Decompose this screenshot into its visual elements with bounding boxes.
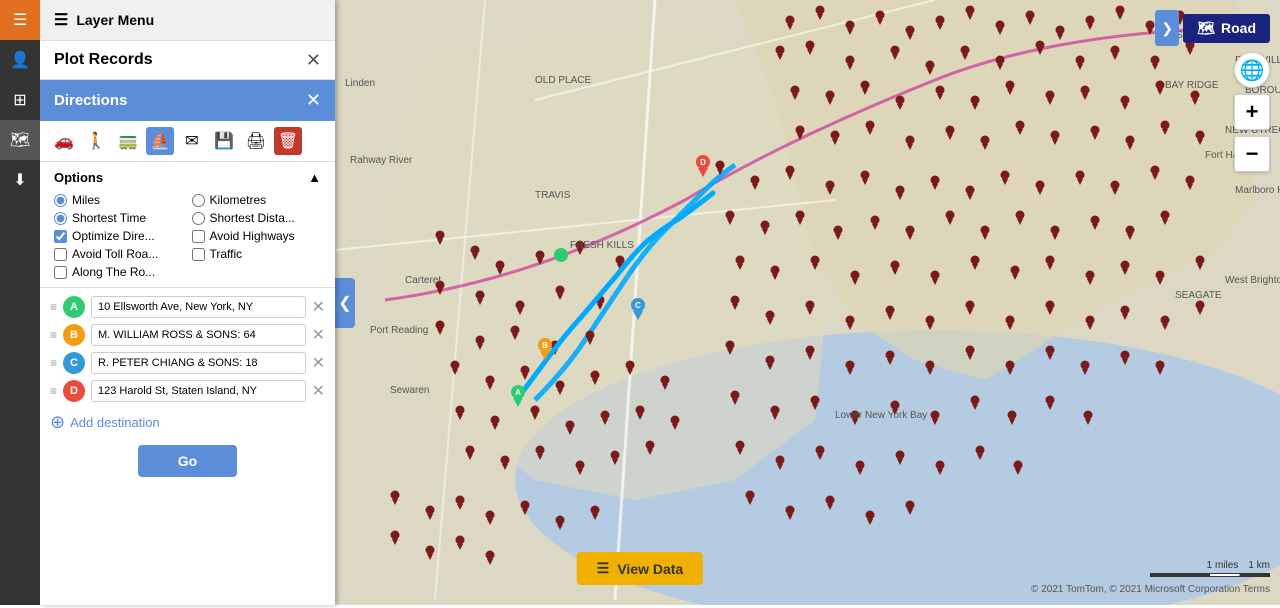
shortest-distance-option[interactable]: Shortest Dista...: [192, 211, 322, 225]
waypoint-remove-c[interactable]: ✕: [312, 353, 325, 373]
transport-save-button[interactable]: 💾: [210, 127, 238, 155]
go-button[interactable]: Go: [138, 445, 237, 477]
shortest-distance-label: Shortest Dista...: [210, 211, 295, 225]
transport-trash-button[interactable]: 🗑: [274, 127, 302, 155]
options-title: Options: [54, 170, 103, 185]
plot-records-title: Plot Records: [54, 51, 153, 69]
sidebar-icon-map[interactable]: 🗺: [0, 120, 40, 160]
avoid-highways-checkbox[interactable]: [192, 230, 205, 243]
layer-menu-title: Layer Menu: [76, 12, 154, 28]
layer-menu-icon: ☰: [54, 10, 68, 30]
avoid-highways-label: Avoid Highways: [210, 229, 295, 243]
transport-print-button[interactable]: 🖨: [242, 127, 270, 155]
waypoint-row-d: ≡ D ✕: [50, 380, 325, 402]
plot-records-close-button[interactable]: ✕: [306, 51, 321, 69]
shortest-distance-radio[interactable]: [192, 212, 205, 225]
transport-transit-button[interactable]: 🚃: [114, 127, 142, 155]
waypoint-remove-b[interactable]: ✕: [312, 325, 325, 345]
transport-email-button[interactable]: ✉: [178, 127, 206, 155]
shortest-time-option[interactable]: Shortest Time: [54, 211, 184, 225]
sidebar-icon-download[interactable]: ⬇: [0, 160, 40, 200]
transport-ferry-button[interactable]: ⛵: [146, 127, 174, 155]
avoid-highways-option[interactable]: Avoid Highways: [192, 229, 322, 243]
waypoint-badge-d: D: [63, 380, 85, 402]
transport-walk-button[interactable]: 🚶: [82, 127, 110, 155]
sidebar: ☰ 👤 ⊞ 🗺 ⬇: [0, 0, 40, 605]
along-the-road-checkbox[interactable]: [54, 266, 67, 279]
waypoint-badge-a: A: [63, 296, 85, 318]
traffic-option[interactable]: Traffic: [192, 247, 322, 261]
miles-label: Miles: [72, 193, 100, 207]
view-data-icon: ☰: [597, 560, 610, 577]
waypoint-handle-c: ≡: [50, 356, 57, 370]
avoid-toll-roads-checkbox[interactable]: [54, 248, 67, 261]
waypoints-section: ≡ A ✕ ≡ B ✕ ≡ C ✕ ≡ D ✕ ⊕ Add destinatio…: [40, 288, 335, 493]
waypoint-row-b: ≡ B ✕: [50, 324, 325, 346]
avoid-toll-roads-option[interactable]: Avoid Toll Roa...: [54, 247, 184, 261]
zoom-in-button[interactable]: +: [1234, 94, 1270, 130]
waypoint-badge-b: B: [63, 324, 85, 346]
road-label: Road: [1221, 20, 1256, 36]
waypoint-input-d[interactable]: [91, 380, 306, 402]
waypoint-handle-a: ≡: [50, 300, 57, 314]
sidebar-icon-person[interactable]: 👤: [0, 40, 40, 80]
shortest-time-label: Shortest Time: [72, 211, 146, 225]
waypoint-handle-b: ≡: [50, 328, 57, 342]
kilometres-option[interactable]: Kilometres: [192, 193, 322, 207]
view-data-label: View Data: [617, 561, 683, 577]
transport-icons-row: 🚗 🚶 🚃 ⛵ ✉ 💾 🖨 🗑: [40, 121, 335, 162]
shortest-time-radio[interactable]: [54, 212, 67, 225]
waypoint-row-c: ≡ C ✕: [50, 352, 325, 374]
options-section: Options ▲ Miles Kilometres Shortest Time…: [40, 162, 335, 288]
view-data-button[interactable]: ☰ View Data: [577, 552, 703, 585]
options-grid: Miles Kilometres Shortest Time Shortest …: [54, 193, 321, 279]
add-destination-icon: ⊕: [50, 412, 65, 433]
panel-expand-button[interactable]: ❮: [335, 278, 355, 328]
miles-radio[interactable]: [54, 194, 67, 207]
panel: ☰ Layer Menu Plot Records ✕ Directions ✕…: [40, 0, 335, 605]
waypoint-input-a[interactable]: [91, 296, 306, 318]
waypoint-handle-d: ≡: [50, 384, 57, 398]
options-collapse-icon: ▲: [308, 170, 321, 185]
kilometres-radio[interactable]: [192, 194, 205, 207]
sidebar-icon-grid[interactable]: ⊞: [0, 80, 40, 120]
waypoint-remove-a[interactable]: ✕: [312, 297, 325, 317]
map-background: [335, 0, 1280, 605]
kilometres-label: Kilometres: [210, 193, 267, 207]
along-the-road-option[interactable]: Along The Ro...: [54, 265, 184, 279]
scale-km: 1 km: [1248, 560, 1270, 571]
waypoint-input-b[interactable]: [91, 324, 306, 346]
layer-menu-header: ☰ Layer Menu: [40, 0, 335, 41]
miles-option[interactable]: Miles: [54, 193, 184, 207]
waypoint-row-a: ≡ A ✕: [50, 296, 325, 318]
road-icon: 🗺: [1197, 20, 1215, 37]
traffic-label: Traffic: [210, 247, 243, 261]
waypoint-input-c[interactable]: [91, 352, 306, 374]
directions-title: Directions: [54, 92, 127, 109]
directions-header: Directions ✕: [40, 80, 335, 121]
scale-bar: 1 miles 1 km: [1150, 560, 1270, 577]
optimize-directions-label: Optimize Dire...: [72, 229, 155, 243]
directions-close-button[interactable]: ✕: [306, 90, 321, 111]
sidebar-icon-layers[interactable]: ☰: [0, 0, 40, 40]
map-view-arrow-button[interactable]: ❯: [1155, 10, 1179, 46]
add-destination-row[interactable]: ⊕ Add destination: [50, 408, 325, 437]
traffic-checkbox[interactable]: [192, 248, 205, 261]
scale-miles: 1 miles: [1207, 560, 1239, 571]
transport-car-button[interactable]: 🚗: [50, 127, 78, 155]
avoid-toll-roads-label: Avoid Toll Roa...: [72, 247, 158, 261]
plot-records-header: Plot Records ✕: [40, 41, 335, 80]
globe-button[interactable]: 🌐: [1234, 52, 1270, 88]
optimize-directions-checkbox[interactable]: [54, 230, 67, 243]
waypoint-badge-c: C: [63, 352, 85, 374]
add-destination-label: Add destination: [70, 415, 160, 430]
optimize-directions-option[interactable]: Optimize Dire...: [54, 229, 184, 243]
copyright-text: © 2021 TomTom, © 2021 Microsoft Corporat…: [1031, 584, 1270, 595]
road-view-button[interactable]: 🗺 Road: [1183, 14, 1270, 43]
zoom-out-button[interactable]: −: [1234, 136, 1270, 172]
along-the-road-label: Along The Ro...: [72, 265, 155, 279]
options-header[interactable]: Options ▲: [54, 170, 321, 185]
waypoint-remove-d[interactable]: ✕: [312, 381, 325, 401]
